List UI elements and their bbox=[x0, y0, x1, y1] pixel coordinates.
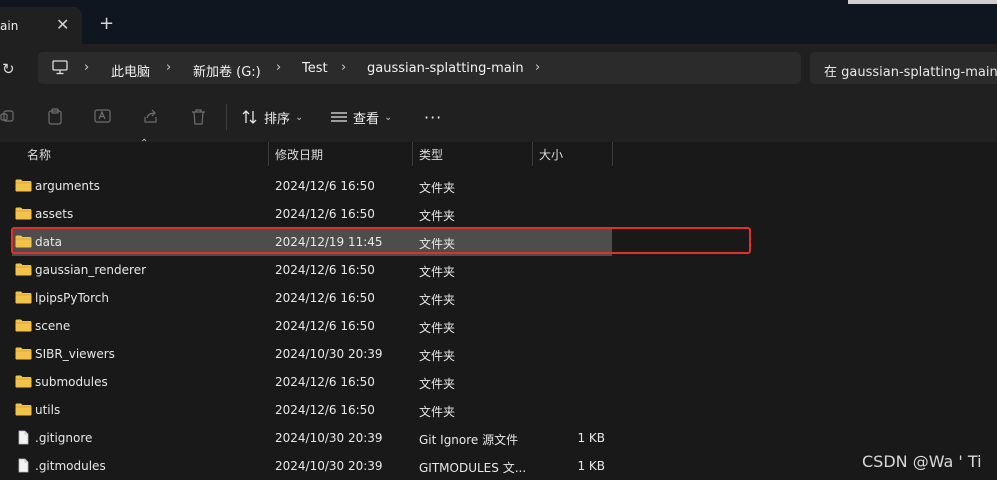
file-name: utils bbox=[35, 403, 61, 417]
share-icon[interactable] bbox=[142, 108, 159, 124]
file-row[interactable]: utils 2024/12/6 16:50 文件夹 bbox=[12, 396, 612, 424]
folder-icon bbox=[15, 263, 32, 276]
file-row[interactable]: scene 2024/12/6 16:50 文件夹 bbox=[12, 312, 612, 340]
chevron-down-icon: ⌄ bbox=[384, 111, 393, 123]
breadcrumb-separator-icon[interactable]: › bbox=[84, 60, 89, 75]
file-row[interactable]: .gitignore 2024/10/30 20:39 Git Ignore 源文件… bbox=[12, 424, 612, 452]
toolbar-divider bbox=[226, 104, 227, 130]
column-header-name[interactable]: 名称 bbox=[27, 146, 51, 163]
more-options-icon[interactable]: ··· bbox=[424, 108, 442, 127]
search-input[interactable]: 在 gaussian-splatting-main 中 bbox=[810, 52, 997, 84]
title-bar-strip bbox=[848, 0, 997, 4]
file-modified-date: 2024/10/30 20:39 bbox=[275, 347, 383, 361]
folder-icon bbox=[15, 291, 32, 304]
new-tab-button[interactable]: + bbox=[99, 15, 114, 33]
breadcrumb-gaussian-splatting-main[interactable]: gaussian-splatting-main bbox=[367, 61, 524, 76]
folder-icon bbox=[15, 179, 32, 192]
folder-icon bbox=[15, 375, 32, 388]
chevron-down-icon: ⌄ bbox=[295, 111, 304, 123]
view-button[interactable]: 查看 ⌄ bbox=[330, 106, 392, 128]
sort-ascending-icon: ⌃ bbox=[140, 138, 149, 149]
title-bar bbox=[0, 0, 997, 44]
file-type: 文件夹 bbox=[419, 293, 456, 307]
breadcrumb-separator-icon[interactable]: › bbox=[276, 60, 281, 75]
file-type: 文件夹 bbox=[419, 405, 456, 419]
column-divider[interactable] bbox=[532, 142, 533, 166]
breadcrumb-separator-icon[interactable]: › bbox=[166, 60, 171, 75]
close-tab-icon[interactable]: ✕ bbox=[56, 15, 69, 34]
breadcrumb-drive-g[interactable]: 新加卷 (G:) bbox=[193, 61, 261, 80]
copy-icon[interactable] bbox=[0, 108, 16, 124]
file-type: 文件夹 bbox=[419, 321, 456, 335]
sort-button[interactable]: 排序 ⌄ bbox=[241, 106, 303, 128]
folder-icon bbox=[15, 319, 32, 332]
file-modified-date: 2024/12/6 16:50 bbox=[275, 291, 375, 305]
file-row[interactable]: submodules 2024/12/6 16:50 文件夹 bbox=[12, 368, 612, 396]
file-modified-date: 2024/12/6 16:50 bbox=[275, 319, 375, 333]
file-modified-date: 2024/12/6 16:50 bbox=[275, 179, 375, 193]
breadcrumb-separator-icon[interactable]: › bbox=[341, 60, 346, 75]
column-divider[interactable] bbox=[612, 142, 613, 166]
file-size: 1 KB bbox=[577, 431, 605, 445]
annotation-highlight-box bbox=[11, 227, 751, 254]
sort-label: 排序 bbox=[264, 111, 291, 127]
file-name: gaussian_renderer bbox=[35, 263, 147, 277]
file-row[interactable]: SIBR_viewers 2024/10/30 20:39 文件夹 bbox=[12, 340, 612, 368]
column-header-type[interactable]: 类型 bbox=[419, 146, 443, 163]
paste-icon[interactable] bbox=[47, 108, 63, 125]
file-type: 文件夹 bbox=[419, 209, 456, 223]
refresh-icon[interactable]: ↻ bbox=[2, 60, 15, 78]
file-row[interactable]: gaussian_renderer 2024/12/6 16:50 文件夹 bbox=[12, 256, 612, 284]
file-row[interactable]: arguments 2024/12/6 16:50 文件夹 bbox=[12, 172, 612, 200]
file-modified-date: 2024/10/30 20:39 bbox=[275, 459, 383, 473]
column-divider[interactable] bbox=[268, 142, 269, 166]
file-name: arguments bbox=[35, 179, 100, 193]
file-name: SIBR_viewers bbox=[35, 347, 115, 361]
watermark: CSDN @Wa ' Ti bbox=[862, 452, 982, 471]
breadcrumb-separator-icon[interactable]: › bbox=[535, 60, 540, 75]
file-row[interactable]: .gitmodules 2024/10/30 20:39 GITMODULES 文.… bbox=[12, 452, 612, 480]
file-type: Git Ignore 源文件 bbox=[419, 433, 519, 447]
file-modified-date: 2024/12/6 16:50 bbox=[275, 403, 375, 417]
folder-icon bbox=[15, 347, 32, 360]
view-label: 查看 bbox=[353, 111, 380, 127]
file-type: 文件夹 bbox=[419, 349, 456, 363]
list-view-icon bbox=[331, 112, 347, 122]
file-type: 文件夹 bbox=[419, 265, 456, 279]
file-icon bbox=[18, 430, 29, 445]
file-row[interactable]: assets 2024/12/6 16:50 文件夹 bbox=[12, 200, 612, 228]
file-modified-date: 2024/12/6 16:50 bbox=[275, 207, 375, 221]
file-name: .gitignore bbox=[35, 431, 93, 445]
file-modified-date: 2024/10/30 20:39 bbox=[275, 431, 383, 445]
file-modified-date: 2024/12/6 16:50 bbox=[275, 263, 375, 277]
file-name: assets bbox=[35, 207, 74, 221]
file-size: 1 KB bbox=[577, 459, 605, 473]
file-type: 文件夹 bbox=[419, 181, 456, 195]
file-name: lpipsPyTorch bbox=[35, 291, 109, 305]
rename-icon[interactable] bbox=[94, 108, 111, 124]
file-name: submodules bbox=[35, 375, 108, 389]
sort-icon bbox=[242, 110, 257, 124]
file-name: scene bbox=[35, 319, 71, 333]
folder-icon bbox=[15, 403, 32, 416]
column-divider[interactable] bbox=[412, 142, 413, 166]
file-row[interactable]: lpipsPyTorch 2024/12/6 16:50 文件夹 bbox=[12, 284, 612, 312]
tab-title: ain bbox=[0, 19, 19, 33]
breadcrumb-this-pc[interactable]: 此电脑 bbox=[111, 61, 150, 80]
tab-active[interactable]: ain ✕ bbox=[0, 7, 82, 44]
file-type: 文件夹 bbox=[419, 377, 456, 391]
breadcrumb-test[interactable]: Test bbox=[302, 61, 328, 76]
column-header-date[interactable]: 修改日期 bbox=[275, 146, 323, 163]
folder-icon bbox=[15, 207, 32, 220]
file-modified-date: 2024/12/6 16:50 bbox=[275, 375, 375, 389]
column-header-size[interactable]: 大小 bbox=[539, 146, 563, 163]
search-placeholder: 在 gaussian-splatting-main 中 bbox=[824, 65, 997, 80]
file-icon bbox=[18, 458, 29, 473]
file-name: .gitmodules bbox=[35, 459, 106, 473]
file-type: GITMODULES 文... bbox=[419, 461, 527, 475]
delete-icon[interactable] bbox=[191, 108, 206, 125]
computer-icon bbox=[52, 60, 68, 75]
